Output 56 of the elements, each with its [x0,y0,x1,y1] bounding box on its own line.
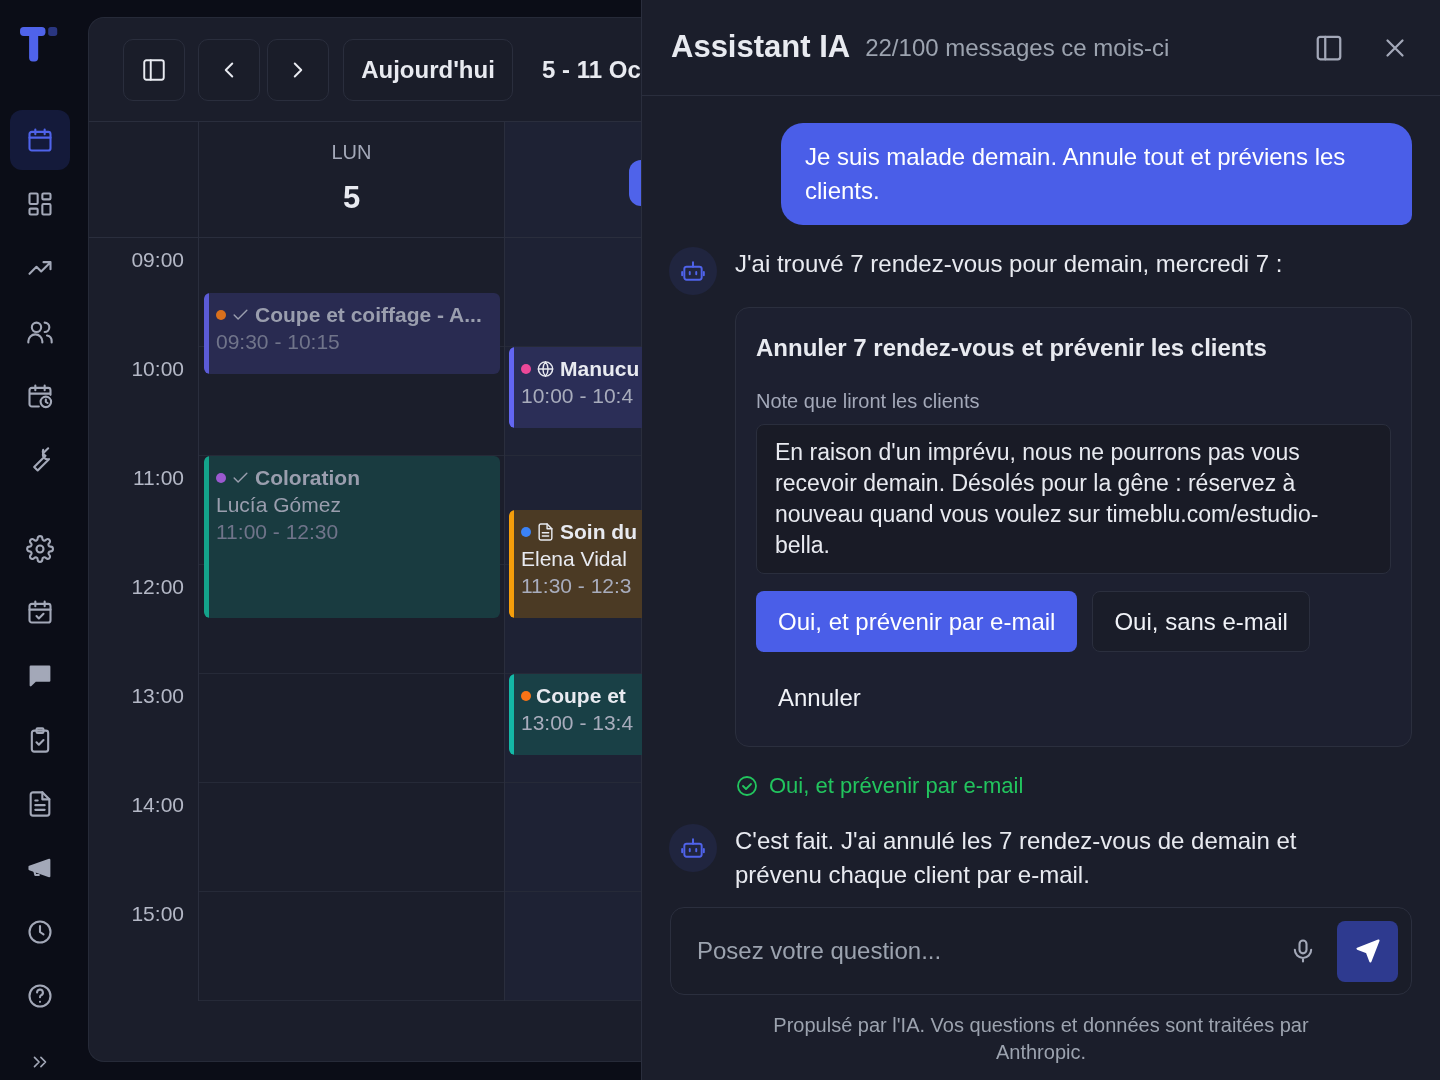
hour-label: 13:00 [130,683,185,709]
appointment-card[interactable]: Coupe et 13:00 - 13:4 [509,674,642,755]
client-note-field[interactable]: En raison d'un imprévu, nous ne pourrons pas vous recevoir demain. Désolés pour la gêne : réservez à nouveau quand vous voulez sur timeblu.com/estudio-bella. [756,424,1391,574]
sidebar-toggle-button[interactable] [123,38,185,101]
dashboard-icon [26,189,54,218]
action-title: Annuler 7 rendez-vous et prévenir les clients [756,333,1268,363]
appointment-card[interactable]: Coloration Lucía Gómez 11:00 - 12:30 [204,456,500,618]
send-button[interactable] [1337,920,1398,982]
appointment-title: Soin du [560,519,637,545]
appointment-time: 11:30 - 12:3 [521,573,633,599]
disclaimer-text: Propulsé par l'IA. Vos questions et données sont traitées par Anthropic. [772,1013,1310,1065]
send-icon [1353,937,1382,965]
hour-label: 15:00 [130,901,185,927]
appointment-time: 11:00 - 12:30 [216,519,340,545]
appointment-time: 13:00 - 13:4 [521,710,635,736]
day-number: 5 [342,179,361,218]
question-box[interactable]: Posez votre question... [670,907,1412,995]
appointment-time: 09:30 - 10:15 [216,329,341,355]
cancel-button[interactable]: Annuler [756,667,883,728]
sidebar-item[interactable] [10,109,70,170]
document-icon [536,521,555,542]
panel-title: Assistant IA [671,28,851,67]
appointment-card[interactable]: Soin du Elena Vidal 11:30 - 12:3 [509,510,642,618]
date-range-text: 5 - 11 Oc [542,54,641,85]
client-name: Lucía Gómez [216,492,342,518]
assistant-message: J'ai trouvé 7 rendez-vous pour demain, mercredi 7 : [735,249,1283,279]
calendar-clock-icon [26,381,54,410]
appointment-title: Coloration [255,465,360,491]
usage-counter: 22/100 messages ce mois-ci [865,32,1170,63]
confirm-button[interactable]: Oui, sans e-mail [1092,591,1310,652]
weekday-label: LUN [331,140,372,166]
calendar-icon [26,125,54,154]
confirm-button[interactable]: Oui, et prévenir par e-mail [756,591,1078,652]
appointment-time: 10:00 - 10:4 [521,383,635,409]
client-name: Elena Vidal [521,546,628,572]
appointment-card[interactable]: Coupe et coiffage - A... 09:30 - 10:15 [204,293,500,374]
appointment-title: Coupe et coiffage - A... [255,302,482,328]
assistant-message: C'est fait. J'ai annulé les 7 rendez-vous de demain et prévenu chaque client par e-mail. [735,826,1298,890]
confirmation-text: Oui, et prévenir par e-mail [769,772,1024,800]
hour-label: 12:00 [130,574,185,600]
hour-label: 14:00 [130,792,185,818]
note-label: Note que liront les clients [756,389,981,414]
appointment-title: Manucu [560,356,640,382]
check-circle-icon [735,773,759,798]
hour-label: 10:00 [130,356,185,382]
globe-icon [536,358,555,379]
hour-label: 11:00 [132,465,185,491]
today-button[interactable]: Aujourd'hui [343,38,513,101]
user-message: Je suis malade demain. Annule tout et préviens les clients. [781,123,1412,225]
calendar-check-icon [26,598,54,627]
appointment-card[interactable]: Manucu 10:00 - 10:4 [509,347,642,428]
appointment-title: Coupe et [536,683,626,709]
settings-icon [26,534,54,563]
sidebar-icon [141,56,167,83]
hour-label: 09:00 [130,247,185,273]
question-field[interactable]: Posez votre question... [695,932,1289,970]
